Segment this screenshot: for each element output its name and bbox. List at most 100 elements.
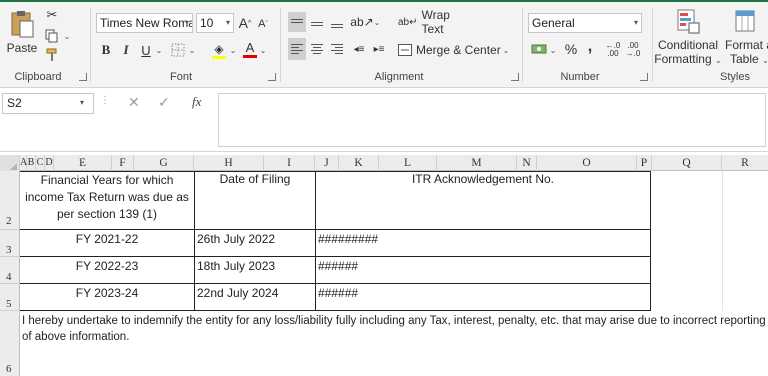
chevron-down-icon: ⌄ [373, 17, 381, 27]
accounting-dropdown[interactable]: ⌄ [549, 42, 557, 58]
font-size-select[interactable]: 10 ▾ [196, 13, 234, 33]
ack-cell[interactable]: ###### [318, 286, 358, 300]
row-header-5[interactable]: 5 [0, 284, 20, 311]
fill-color-dropdown[interactable]: ⌄ [229, 42, 237, 58]
align-right-button[interactable] [328, 38, 346, 60]
paste-button[interactable]: Paste [4, 6, 40, 58]
merge-dropdown[interactable]: ⌄ [502, 42, 510, 58]
chevron-down-icon[interactable]: ▾ [80, 98, 84, 107]
borders-button[interactable] [170, 42, 186, 58]
column-header-m[interactable]: M [437, 155, 517, 171]
font-color-dropdown[interactable]: ⌄ [259, 42, 267, 58]
column-header-k[interactable]: K [339, 155, 379, 171]
align-left-button[interactable] [288, 38, 306, 60]
date-cell[interactable]: 18th July 2023 [197, 259, 275, 273]
row-header-4[interactable]: 4 [0, 257, 20, 284]
column-header-d[interactable]: D [45, 155, 54, 171]
number-launcher[interactable] [640, 73, 648, 81]
enter-icon[interactable]: ✓ [158, 94, 170, 111]
font-launcher[interactable] [268, 73, 276, 81]
wrap-text-button[interactable]: ab↵ Wrap Text [398, 8, 468, 36]
column-header-g[interactable]: G [134, 155, 194, 171]
number-format-select[interactable]: General ▾ [528, 13, 642, 33]
header-cell-date-of-filing[interactable]: Date of Filing [195, 172, 315, 186]
bottom-align-button[interactable] [328, 12, 346, 32]
font-name-select[interactable]: Times New Romar ▾ [96, 13, 193, 33]
accounting-format-button[interactable] [530, 40, 548, 58]
insert-function-button[interactable]: fx [192, 94, 201, 110]
decrease-indent-button[interactable]: ◂≡ [350, 40, 368, 58]
row-header-3[interactable]: 3 [0, 230, 20, 257]
column-header-n[interactable]: N [517, 155, 537, 171]
clipboard-launcher[interactable] [79, 73, 87, 81]
cancel-icon[interactable]: ✕ [128, 94, 140, 111]
ack-cell[interactable]: ######### [318, 232, 378, 246]
top-align-button[interactable] [288, 12, 306, 32]
row-header-2[interactable]: 2 [0, 171, 20, 230]
column-header-e[interactable]: E [54, 155, 112, 171]
font-color-icon: A [245, 40, 255, 55]
copy-button[interactable] [44, 28, 60, 44]
date-cell[interactable]: 22nd July 2024 [197, 286, 278, 300]
align-center-icon [311, 42, 323, 56]
wrap-text-icon: ab↵ [398, 16, 418, 28]
fy-cell[interactable]: FY 2023-24 [20, 286, 194, 300]
conditional-formatting-button[interactable]: Conditional Formatting ⌄ [654, 6, 722, 68]
bold-icon: B [101, 42, 111, 57]
fy-cell[interactable]: FY 2022-23 [20, 259, 194, 273]
middle-align-button[interactable] [308, 12, 326, 32]
column-header-i[interactable]: I [264, 155, 315, 171]
font-color-button[interactable]: A [242, 39, 258, 60]
increase-font-button[interactable]: A ^ [238, 14, 252, 32]
shrink-font-icon: A [258, 18, 266, 30]
header-cell-itr-ack[interactable]: ITR Acknowledgement No. [316, 172, 650, 186]
column-header-c[interactable]: C [36, 155, 45, 171]
column-header-p[interactable]: P [637, 155, 652, 171]
cut-button[interactable]: ✂ [44, 7, 60, 22]
copy-dropdown[interactable]: ⌄ [62, 30, 72, 42]
column-header-l[interactable]: L [379, 155, 437, 171]
font-name-value: Times New Romar [100, 16, 193, 30]
fill-color-swatch [212, 55, 226, 59]
formula-input[interactable] [218, 93, 766, 147]
column-header-b[interactable]: B [27, 155, 36, 171]
undertaking-note-cell[interactable]: I hereby undertake to indemnify the enti… [22, 313, 766, 345]
align-left-icon [291, 42, 303, 56]
column-header-r[interactable]: R [722, 155, 768, 171]
orientation-dropdown[interactable]: ⌄ [373, 14, 381, 30]
decrease-decimal-button[interactable]: .00 →.0 [624, 40, 642, 60]
underline-button[interactable]: U [138, 40, 154, 60]
decrease-font-button[interactable]: Aˇ [256, 16, 270, 32]
format-painter-button[interactable] [44, 48, 60, 62]
column-header-a[interactable]: A [20, 155, 27, 171]
column-header-q[interactable]: Q [652, 155, 722, 171]
format-as-table-label-1: Format as [725, 38, 768, 52]
date-cell[interactable]: 26th July 2022 [197, 232, 275, 246]
fill-color-button[interactable]: ◈ [210, 40, 228, 60]
select-all-corner[interactable] [0, 155, 20, 171]
column-header-j[interactable]: J [315, 155, 339, 171]
merge-center-button[interactable]: Merge & Center [398, 40, 502, 60]
increase-decimal-button[interactable]: ←.0 .00 [604, 40, 622, 60]
underline-dropdown[interactable]: ⌄ [155, 42, 163, 58]
orientation-button[interactable]: ab↗ [350, 12, 374, 32]
comma-style-button[interactable]: , [584, 38, 596, 56]
alignment-launcher[interactable] [511, 73, 519, 81]
orientation-icon: ab↗ [350, 15, 374, 29]
decrease-indent-icon: ◂≡ [353, 43, 365, 55]
drag-handle-icon[interactable]: ⋮ [100, 95, 110, 106]
header-cell-financial-years[interactable]: Financial Years for which income Tax Ret… [20, 172, 194, 223]
ack-cell[interactable]: ###### [318, 259, 358, 273]
row-header-6[interactable]: 6 [0, 311, 20, 376]
column-header-h[interactable]: H [194, 155, 264, 171]
align-center-button[interactable] [308, 38, 326, 60]
column-header-f[interactable]: F [112, 155, 134, 171]
format-as-table-button[interactable]: Format as Table ⌄ [722, 6, 768, 68]
column-header-o[interactable]: O [537, 155, 637, 171]
bold-button[interactable]: B [98, 40, 114, 60]
fy-cell[interactable]: FY 2021-22 [20, 232, 194, 246]
italic-button[interactable]: I [118, 40, 134, 60]
increase-indent-button[interactable]: ▸≡ [370, 40, 388, 58]
borders-dropdown[interactable]: ⌄ [188, 42, 196, 58]
percent-button[interactable]: % [562, 40, 580, 58]
